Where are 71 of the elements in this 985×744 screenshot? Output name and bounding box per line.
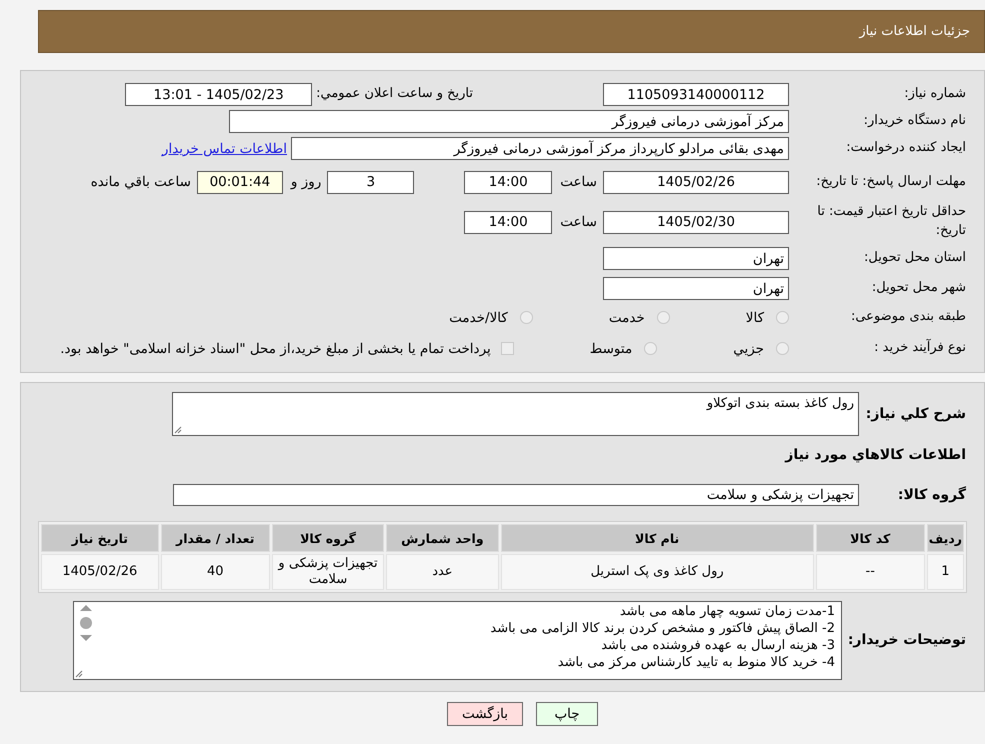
radio-label: کالا [746,310,764,326]
column-header: کد کالا [816,524,925,552]
contact-link[interactable]: اطلاعات تماس خریدار [162,140,287,156]
value-field: 14:00 [464,210,552,234]
column-header: تعداد / مقدار [160,524,270,552]
radio-label: کالا/خدمت [449,310,508,326]
value-field: تجهیزات پزشکی و سلامت [173,484,859,506]
value-field: تهران [603,247,789,270]
table-cell: 40 [160,554,270,590]
table-cell: -- [816,554,925,590]
field-label: حداقل تاریخ اعتبار قیمت: تا تاریخ: [816,203,966,240]
radio-button[interactable] [776,342,789,355]
note-line: 1-مدت زمان تسویه چهار ماهه می باشد [618,602,835,620]
back-button[interactable]: بازگشت [446,702,524,726]
value-field: 1405/02/26 [603,170,789,194]
field-label: مهلت ارسال پاسخ: تا تاریخ: [815,172,966,191]
field-label: شماره نیاز: [903,85,966,104]
description-field: رول کاغذ بسته بندی اتوکلاو [172,392,859,436]
field-label: توضیحات خریدار: [846,630,966,650]
print-button[interactable]: چاپ [536,702,598,726]
value-field: تهران [603,277,789,300]
field-label: ایجاد کننده درخواست: [845,139,966,158]
field-label: نوع فرآیند خرید : [873,339,966,358]
scroll-down-icon [80,634,92,642]
column-header: گروه کالا [272,524,384,552]
days-label: روز و [290,174,322,190]
note-line: 4- خرید کالا منوط به تایید کارشناس مرکز می باشد [556,654,835,672]
resize-grip-icon [75,670,83,678]
field-label: تاریخ و ساعت اعلان عمومي: [316,85,473,104]
value-field: 1405/02/30 [603,210,789,234]
time-label: ساعت [560,214,597,230]
time-label: ساعت [560,174,597,190]
field-label: نام دستگاه خریدار: [862,112,966,130]
column-header: ردیف [926,524,964,552]
radio-label: متوسط [590,340,632,356]
resize-grip-icon [174,426,182,434]
field-label: طبقه بندی موضوعی: [850,308,966,326]
radio-button[interactable] [520,311,533,324]
table-cell: رول کاغذ وی پک استریل [500,554,814,590]
value-field: 3 [327,170,414,194]
radio-button[interactable] [776,311,789,324]
table-cell: 1 [926,554,964,590]
field-label: گروه کالا: [896,485,966,505]
value-field: مرکز آموزشی درمانی فیروزگر [229,110,789,133]
page-title: جزئیات اطلاعات نیاز [859,24,970,39]
radio-label: جزيي [733,340,764,356]
section-heading: اطلاعات کالاهاي مورد نياز [785,446,966,465]
table-cell: تجهیزات پزشکی و سلامت [272,554,384,590]
table-cell: عدد [386,554,499,590]
scroll-thumb[interactable] [80,616,92,628]
note-line: 2- الصاق پیش فاکتور و مشخص کردن برند کالا الزامی می باشد [489,620,835,638]
radio-button[interactable] [656,311,670,324]
countdown-field: 00:01:44 [196,170,283,194]
field-label: شهر محل تحویل: [870,279,966,298]
value-field: 14:00 [464,170,552,194]
radio-button[interactable] [644,342,658,355]
value-field: مهدی بقائی مرادلو کارپرداز مرکز آموزشی درمانی فیروزگر [291,137,789,160]
remaining-label: ساعت باقي مانده [90,174,191,190]
column-header: نام کالا [500,524,814,552]
field-label: استان محل تحویل: [863,249,966,268]
table-cell: 1405/02/26 [41,554,159,590]
value-field: 1405/02/23 - 13:01 [125,83,312,106]
checkbox[interactable] [500,342,514,355]
column-header: واحد شمارش [386,524,499,552]
scroll-up-icon [80,604,92,612]
value-field: 1105093140000112 [603,83,789,106]
note-line: 3- هزینه ارسال به عهده فروشنده می باشد [600,637,835,654]
column-header: تاریخ نیاز [41,524,159,552]
radio-label: خدمت [608,310,645,326]
checkbox-label: پرداخت تمام يا بخشی از مبلغ خرید،از محل "اسناد خزانه اسلامی" خواهد بود. [60,340,491,356]
field-label: شرح کلي نياز: [864,404,966,424]
